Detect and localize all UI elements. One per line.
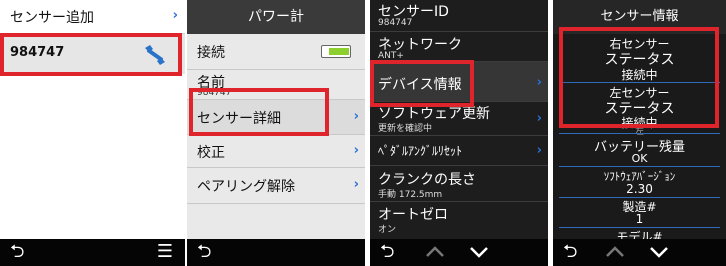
back-arrow-icon[interactable]: ⮌ [197, 242, 211, 262]
pedal-angle-reset-row[interactable]: ﾍﾟﾀﾞﾙｱﾝｸﾞﾙﾘｾｯﾄ › [370, 136, 548, 166]
page-title: パワー計 [187, 0, 365, 34]
software-update-sub: 更新を確認中 [378, 124, 433, 134]
bottom-bar: ⮌ [370, 239, 548, 266]
sensor-id-value: 984747 [378, 18, 413, 28]
chevron-right-icon: › [536, 111, 542, 126]
highlight-box [189, 88, 329, 136]
chevron-right-icon: › [353, 177, 359, 192]
manufacture-value: 1 [635, 212, 644, 226]
highlight-box [0, 33, 182, 76]
chevron-up-icon[interactable] [425, 245, 445, 259]
auto-zero-label: オートゼロ [378, 207, 448, 223]
toggle-fill [329, 48, 349, 55]
divider [559, 166, 720, 167]
software-version-value: 2.30 [626, 182, 653, 196]
sensor-id-row: センサーID 984747 [370, 0, 548, 32]
unpair-label: ペアリング解除 [197, 179, 295, 195]
crank-length-label: クランクの長さ [378, 172, 476, 188]
add-sensor-screen: センサー追加 › 984747 ⮌ ☰ [0, 0, 185, 266]
crank-length-value: 手動 172.5mm [378, 190, 443, 200]
power-meter-screen: パワー計 接続 名前 984747 センサー詳細 › 校正 › ペアリング解除 … [187, 0, 365, 266]
add-sensor-label: センサー追加 [10, 10, 94, 26]
hamburger-menu-icon[interactable]: ☰ [157, 242, 173, 262]
back-arrow-icon[interactable]: ⮌ [380, 242, 394, 262]
auto-zero-row[interactable]: オートゼロ オン [370, 202, 548, 239]
back-arrow-icon[interactable]: ⮌ [10, 242, 24, 262]
chevron-right-icon: › [536, 143, 542, 158]
add-sensor-row[interactable]: センサー追加 › [0, 0, 185, 34]
software-update-row[interactable]: ソフトウェア更新 更新を確認中 › [370, 102, 548, 136]
battery-value: OK [631, 152, 648, 165]
chevron-up-icon[interactable] [605, 245, 625, 259]
crank-length-row[interactable]: クランクの長さ 手動 172.5mm [370, 166, 548, 202]
auto-zero-value: オン [378, 225, 397, 235]
highlight-box [559, 27, 719, 128]
chevron-right-icon: › [172, 8, 178, 23]
bottom-bar: ⮌ [187, 239, 365, 266]
pedal-angle-reset-label: ﾍﾟﾀﾞﾙｱﾝｸﾞﾙﾘｾｯﾄ [378, 144, 463, 158]
connect-label: 接続 [197, 45, 225, 61]
bottom-bar: ⮌ ☰ [0, 239, 185, 266]
sensor-info-screen: センサー情報 右センサー ステータス 接続中 左センサー ステータス 接続中 左… [553, 0, 726, 266]
calibrate-row[interactable]: 校正 › [187, 135, 365, 168]
back-arrow-icon[interactable]: ⮌ [563, 242, 577, 262]
divider [559, 133, 720, 134]
chevron-down-icon[interactable] [469, 245, 489, 259]
connect-toggle[interactable] [321, 45, 351, 58]
chevron-right-icon: › [536, 75, 542, 90]
chevron-right-icon: › [353, 143, 359, 158]
network-row: ネットワーク ANT+ [370, 32, 548, 62]
chevron-right-icon: › [353, 109, 359, 124]
connect-row[interactable]: 接続 [187, 34, 365, 70]
sensor-details-screen: センサーID 984747 ネットワーク ANT+ デバイス情報 › ソフトウェ… [370, 0, 548, 266]
highlight-box [370, 60, 474, 107]
unpair-row[interactable]: ペアリング解除 › [187, 168, 365, 204]
bottom-bar: ⮌ [553, 239, 726, 266]
calibrate-label: 校正 [197, 145, 225, 161]
chevron-down-icon[interactable] [649, 245, 669, 259]
